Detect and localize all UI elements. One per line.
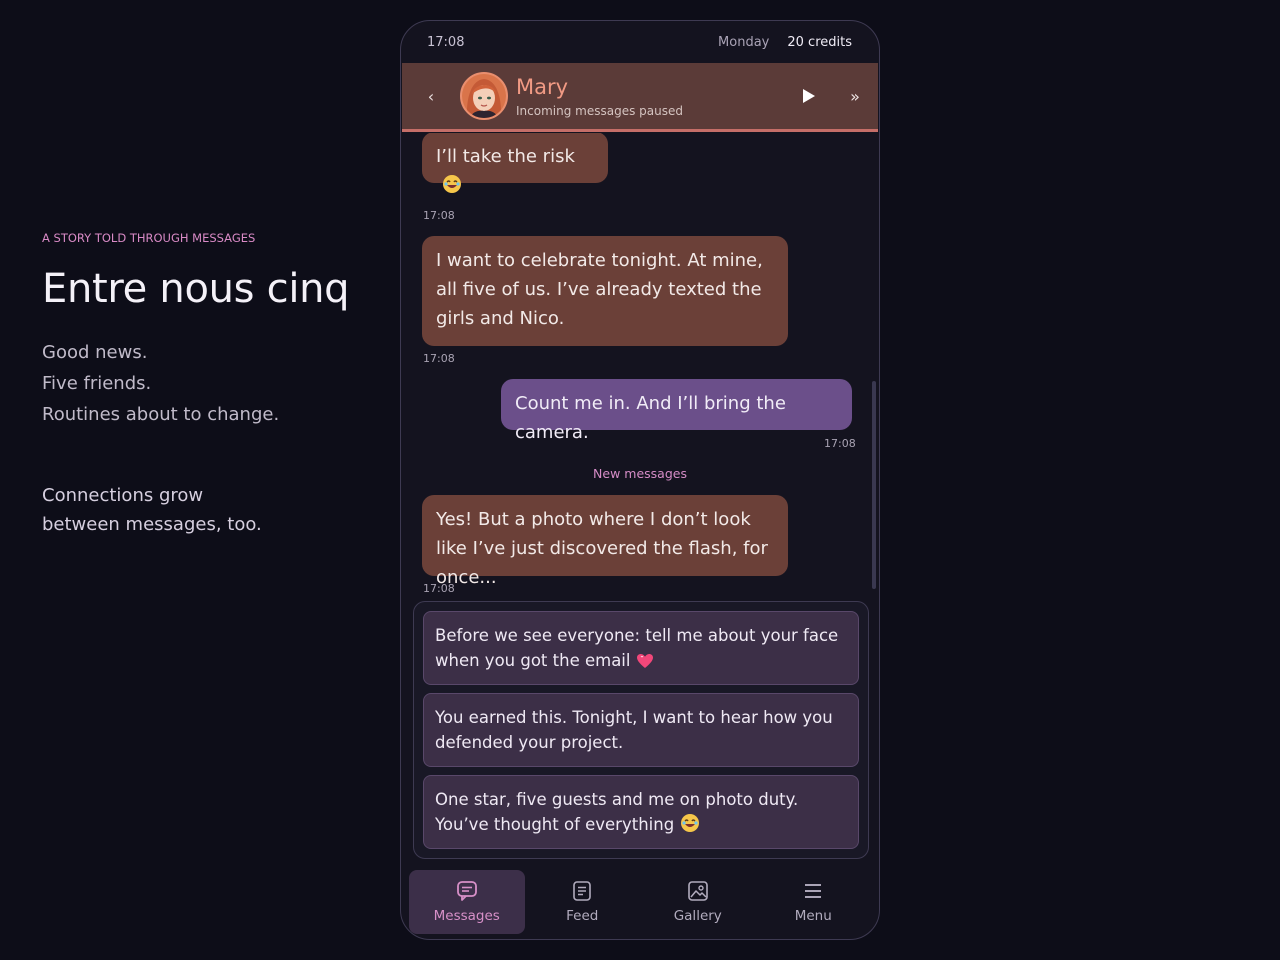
reply-choices-panel: Before we see everyone: tell me about yo… [413,601,869,859]
story-title: Entre nous cinq [42,266,350,312]
skip-forward-button[interactable]: » [832,87,878,106]
message-timestamp: 17:08 [423,582,455,595]
contact-status: Incoming messages paused [516,103,683,118]
story-eyebrow: A STORY TOLD THROUGH MESSAGES [42,231,256,245]
tagline-line: Routines about to change. [42,404,280,425]
gallery-icon [687,881,708,901]
tagline-line: Five friends. [42,373,152,394]
message-text: I’ll take the risk [436,146,575,167]
story-intro: A STORY TOLD THROUGH MESSAGES Entre nous… [42,231,382,539]
reply-choice[interactable]: One star, five guests and me on photo du… [423,775,859,849]
tab-label: Feed [566,908,599,924]
message-bubble-outgoing: Count me in. And I’ll bring the camera. [501,379,852,443]
reply-choice-text: One star, five guests and me on photo du… [435,790,799,834]
message-bubble: I’ll take the risk [422,133,608,193]
play-button[interactable] [786,88,832,104]
laughing-face-icon [680,813,700,840]
tab-feed[interactable]: Feed [525,870,641,934]
back-button[interactable]: ‹ [402,87,460,106]
story-tagline: Good news. Five friends. Routines about … [42,337,382,430]
tab-messages[interactable]: Messages [409,870,525,934]
message-text: I want to celebrate tonight. At mine, al… [436,250,763,329]
credits-counter[interactable]: 20 credits [787,35,852,50]
message-text: Yes! But a photo where I don’t look like… [436,509,768,588]
reply-choice[interactable]: Before we see everyone: tell me about yo… [423,611,859,685]
menu-icon [805,884,822,898]
phone-frame: 17:08 Monday 20 credits ‹ Mary Incoming … [400,20,880,940]
chat-icon [456,881,477,901]
contact-name[interactable]: Mary [516,75,786,99]
new-messages-divider: New messages [593,466,687,481]
message-timestamp: 17:08 [423,209,455,222]
story-closing: Connections grow between messages, too. [42,481,382,539]
thread-scrollbar[interactable] [872,381,876,589]
page: A STORY TOLD THROUGH MESSAGES Entre nous… [0,0,1280,960]
status-day: Monday [718,34,770,50]
reply-choice-text: You earned this. Tonight, I want to hear… [435,708,833,752]
contact-info: Mary Incoming messages paused [516,75,786,118]
tab-label: Menu [794,908,832,924]
message-timestamp: 17:08 [824,437,856,450]
tab-gallery[interactable]: Gallery [640,870,756,934]
message-timestamp: 17:08 [423,352,455,365]
tab-label: Messages [433,908,500,924]
message-bubble: I want to celebrate tonight. At mine, al… [422,236,788,346]
heart-icon [636,651,654,676]
tagline-line: Good news. [42,342,148,363]
tab-label: Gallery [673,908,722,924]
status-bar: 17:08 Monday 20 credits [401,21,879,63]
chat-header: ‹ Mary Incoming messages paused » [402,63,878,132]
message-thread[interactable]: I’ll take the risk 17:08 I want to celeb… [401,133,879,603]
status-time: 17:08 [427,34,465,50]
message-text: Count me in. And I’ll bring the camera. [515,393,786,443]
bottom-tab-bar: Messages Feed Gallery Menu [409,870,871,935]
laughing-face-icon [442,174,462,203]
message-bubble: Yes! But a photo where I don’t look like… [422,495,788,588]
closing-line: between messages, too. [42,514,262,535]
avatar-portrait-icon [462,74,506,118]
feed-icon [573,881,592,901]
avatar[interactable] [460,72,508,120]
play-icon [803,89,815,103]
tab-menu[interactable]: Menu [756,870,872,934]
closing-line: Connections grow [42,485,204,506]
reply-choice[interactable]: You earned this. Tonight, I want to hear… [423,693,859,767]
